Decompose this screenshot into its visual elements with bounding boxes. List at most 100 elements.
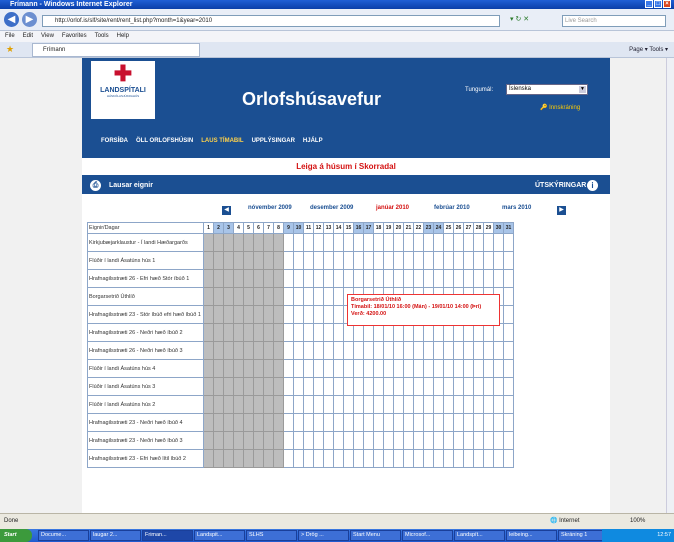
day-cell[interactable] xyxy=(463,269,474,288)
day-cell[interactable] xyxy=(483,233,494,252)
day-cell[interactable] xyxy=(423,395,434,414)
taskbar-task[interactable]: leibeing... xyxy=(506,530,557,541)
menu-tools[interactable]: Tools xyxy=(95,33,109,39)
day-cell[interactable] xyxy=(303,269,314,288)
nav-oll-orlofshusin[interactable]: ÖLL ORLOFSHÚSIN xyxy=(136,138,193,144)
day-cell[interactable] xyxy=(323,341,334,360)
day-cell[interactable] xyxy=(343,377,354,396)
day-cell[interactable] xyxy=(293,305,304,324)
day-cell[interactable] xyxy=(473,341,484,360)
day-cell[interactable] xyxy=(503,305,514,324)
day-cell[interactable] xyxy=(353,323,364,342)
day-cell[interactable] xyxy=(483,251,494,270)
day-cell[interactable] xyxy=(503,287,514,306)
day-cell[interactable] xyxy=(393,323,404,342)
day-cell[interactable] xyxy=(403,251,414,270)
day-cell[interactable] xyxy=(463,431,474,450)
day-cell[interactable] xyxy=(493,413,504,432)
day-cell[interactable] xyxy=(423,359,434,378)
day-cell[interactable] xyxy=(463,341,474,360)
day-cell[interactable] xyxy=(333,431,344,450)
vertical-scrollbar[interactable] xyxy=(666,58,674,513)
day-cell[interactable] xyxy=(323,305,334,324)
prev-month-button[interactable]: ◀ xyxy=(222,206,231,215)
day-cell[interactable] xyxy=(313,287,324,306)
nav-forsida[interactable]: FORSÍÐA xyxy=(101,138,128,144)
day-cell[interactable] xyxy=(393,413,404,432)
menu-edit[interactable]: Edit xyxy=(23,33,33,39)
day-cell[interactable] xyxy=(493,395,504,414)
day-cell[interactable] xyxy=(433,431,444,450)
day-cell[interactable] xyxy=(323,359,334,378)
property-name[interactable]: Flúðir í landi Ásatúns hús 1 xyxy=(87,251,204,270)
day-cell[interactable] xyxy=(363,323,374,342)
day-cell[interactable] xyxy=(463,251,474,270)
day-cell[interactable] xyxy=(493,269,504,288)
day-cell[interactable] xyxy=(383,269,394,288)
day-cell[interactable] xyxy=(283,251,294,270)
day-cell[interactable] xyxy=(353,251,364,270)
day-cell[interactable] xyxy=(503,251,514,270)
day-cell[interactable] xyxy=(423,251,434,270)
day-cell[interactable] xyxy=(493,323,504,342)
menu-file[interactable]: File xyxy=(5,33,15,39)
day-cell[interactable] xyxy=(493,431,504,450)
day-cell[interactable] xyxy=(383,449,394,468)
day-cell[interactable] xyxy=(443,269,454,288)
day-cell[interactable] xyxy=(433,395,444,414)
day-cell[interactable] xyxy=(403,377,414,396)
day-cell[interactable] xyxy=(313,395,324,414)
day-cell[interactable] xyxy=(423,341,434,360)
day-cell[interactable] xyxy=(303,233,314,252)
day-cell[interactable] xyxy=(283,449,294,468)
day-cell[interactable] xyxy=(343,359,354,378)
day-cell[interactable] xyxy=(493,377,504,396)
day-cell[interactable] xyxy=(413,251,424,270)
day-cell[interactable] xyxy=(313,359,324,378)
day-cell[interactable] xyxy=(483,323,494,342)
day-cell[interactable] xyxy=(313,341,324,360)
day-cell[interactable] xyxy=(303,449,314,468)
day-cell[interactable] xyxy=(293,233,304,252)
day-cell[interactable] xyxy=(473,233,484,252)
day-cell[interactable] xyxy=(283,431,294,450)
url-field[interactable]: http://orlof.is/slf/site/rent/rent_list.… xyxy=(42,15,500,27)
day-cell[interactable] xyxy=(383,431,394,450)
day-cell[interactable] xyxy=(323,323,334,342)
close-button[interactable]: × xyxy=(663,0,671,8)
day-cell[interactable] xyxy=(293,269,304,288)
taskbar-task[interactable]: > Drög ... xyxy=(298,530,349,541)
day-cell[interactable] xyxy=(313,377,324,396)
day-cell[interactable] xyxy=(293,323,304,342)
day-cell[interactable] xyxy=(283,359,294,378)
day-cell[interactable] xyxy=(333,323,344,342)
day-cell[interactable] xyxy=(353,233,364,252)
day-cell[interactable] xyxy=(433,323,444,342)
day-cell[interactable] xyxy=(283,287,294,306)
taskbar-task[interactable]: Landspit... xyxy=(194,530,245,541)
day-cell[interactable] xyxy=(463,395,474,414)
day-cell[interactable] xyxy=(373,269,384,288)
nav-upplysingar[interactable]: UPPLÝSINGAR xyxy=(252,138,295,144)
taskbar-task[interactable]: Landspít... xyxy=(454,530,505,541)
day-cell[interactable] xyxy=(353,395,364,414)
day-cell[interactable] xyxy=(363,377,374,396)
day-cell[interactable] xyxy=(353,269,364,288)
month-nov-2009[interactable]: nóvember 2009 xyxy=(248,205,292,211)
day-cell[interactable] xyxy=(403,341,414,360)
day-cell[interactable] xyxy=(403,413,414,432)
day-cell[interactable] xyxy=(423,323,434,342)
day-cell[interactable] xyxy=(373,431,384,450)
day-cell[interactable] xyxy=(443,449,454,468)
day-cell[interactable] xyxy=(313,413,324,432)
day-cell[interactable] xyxy=(303,431,314,450)
info-icon[interactable]: i xyxy=(587,180,598,191)
login-link[interactable]: 🔑 Innskráning xyxy=(540,104,580,111)
menu-help[interactable]: Help xyxy=(117,33,129,39)
day-cell[interactable] xyxy=(403,449,414,468)
day-cell[interactable] xyxy=(473,413,484,432)
day-cell[interactable] xyxy=(503,359,514,378)
taskbar-task[interactable]: Start Menu xyxy=(350,530,401,541)
day-cell[interactable] xyxy=(443,323,454,342)
day-cell[interactable] xyxy=(383,413,394,432)
